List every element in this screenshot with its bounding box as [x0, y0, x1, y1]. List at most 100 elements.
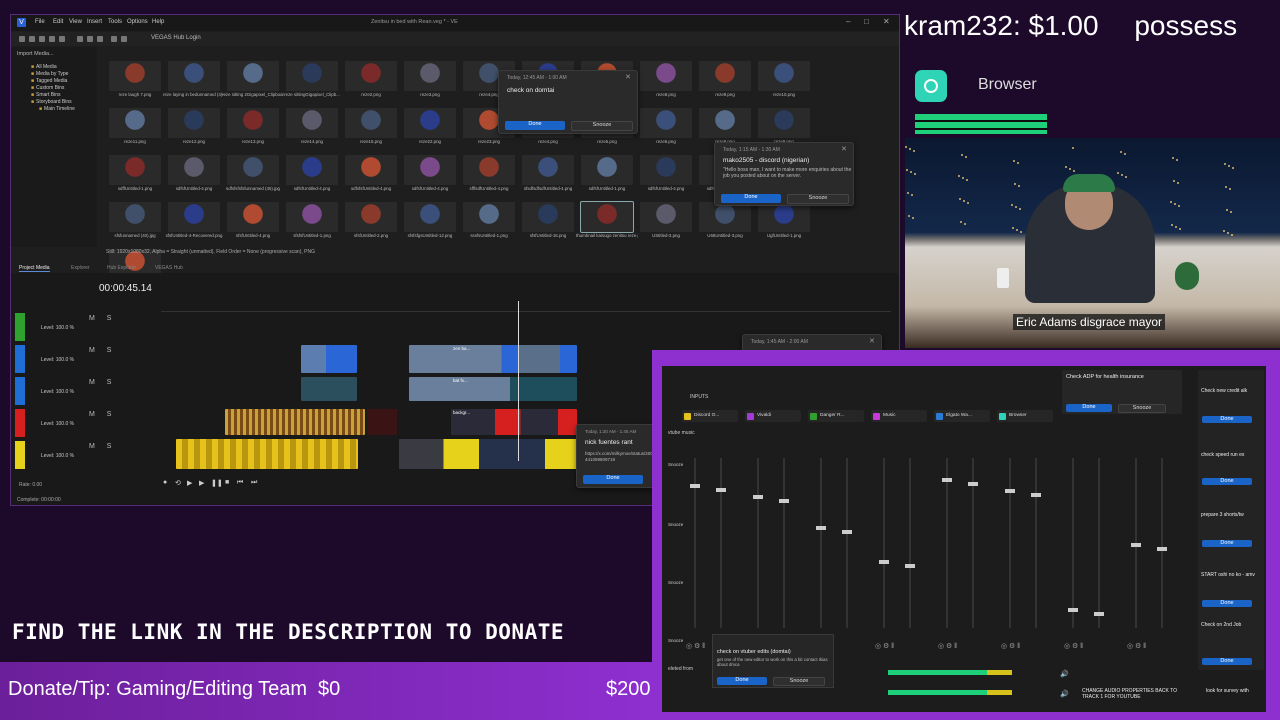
track-header-5[interactable]: Level: 100.0 % M S	[11, 439, 161, 469]
left-snooze[interactable]: Snooze	[668, 462, 683, 467]
fader-knob[interactable]	[879, 560, 889, 564]
fader-knob[interactable]	[942, 478, 952, 483]
media-thumbnail[interactable]	[168, 108, 220, 138]
media-thumbnail[interactable]	[463, 155, 515, 185]
video-clip[interactable]	[367, 409, 397, 435]
vegas-hub-login-link[interactable]: VEGAS Hub Login	[151, 35, 201, 41]
fader-knob[interactable]	[1157, 547, 1167, 551]
fader-knob[interactable]	[968, 482, 978, 487]
maximize-icon[interactable]: □	[864, 17, 869, 26]
fader-knob[interactable]	[1131, 543, 1141, 547]
undo-icon[interactable]	[111, 36, 117, 42]
speaker-icon[interactable]: 🔊	[1060, 690, 1069, 698]
media-thumbnail[interactable]	[345, 108, 397, 138]
play-icon[interactable]: ▶	[199, 479, 204, 487]
fader-knob[interactable]	[1005, 488, 1015, 493]
menu-insert[interactable]: Insert	[87, 19, 102, 25]
media-thumbnail[interactable]	[404, 202, 456, 232]
snooze-button[interactable]: Snooze	[1118, 404, 1166, 413]
media-thumbnail[interactable]	[109, 61, 161, 91]
done-button[interactable]: Done	[1202, 600, 1252, 607]
media-thumbnail[interactable]	[109, 108, 161, 138]
track-mute-solo-buttons[interactable]: M S	[89, 443, 116, 450]
redo-icon[interactable]	[121, 36, 127, 42]
close-icon[interactable]: ✕	[883, 17, 890, 26]
stop-icon[interactable]: ■	[225, 479, 229, 486]
done-button[interactable]: Done	[1202, 540, 1252, 547]
media-thumbnail[interactable]	[227, 155, 279, 185]
left-snooze[interactable]: Snooze	[668, 580, 683, 585]
channel-controls-icon[interactable]: ◎ ⚙ ⦀	[1001, 642, 1020, 651]
cut-icon[interactable]	[77, 36, 83, 42]
fader-knob[interactable]	[1094, 611, 1104, 616]
video-clip[interactable]	[301, 345, 357, 373]
media-thumbnail[interactable]	[640, 108, 692, 138]
tree-item-smart-bins[interactable]: Smart Bins	[31, 92, 60, 98]
media-thumbnail[interactable]	[168, 61, 220, 91]
done-button[interactable]: Done	[505, 121, 565, 130]
menu-tools[interactable]: Tools	[108, 19, 122, 25]
copy-icon[interactable]	[87, 36, 93, 42]
video-clip[interactable]: backgr...	[451, 409, 577, 435]
media-thumbnail[interactable]	[286, 155, 338, 185]
menu-view[interactable]: View	[69, 19, 82, 25]
save-icon[interactable]	[39, 36, 45, 42]
media-thumbnail[interactable]	[227, 61, 279, 91]
media-thumbnail[interactable]	[345, 202, 397, 232]
done-button[interactable]: Done	[1066, 404, 1112, 412]
media-thumbnail[interactable]	[640, 202, 692, 232]
media-thumbnail[interactable]	[227, 202, 279, 232]
video-clip[interactable]	[399, 439, 577, 469]
fader-knob[interactable]	[842, 530, 852, 534]
media-thumbnail[interactable]	[227, 108, 279, 138]
pause-icon[interactable]: ❚❚	[211, 479, 223, 487]
menu-file[interactable]: File	[35, 19, 45, 25]
close-icon[interactable]: ✕	[869, 337, 875, 345]
speaker-icon[interactable]: 🔊	[1060, 670, 1069, 678]
new-icon[interactable]	[19, 36, 25, 42]
track-header-4[interactable]: Level: 100.0 % M S	[11, 407, 161, 437]
done-button[interactable]: Done	[717, 677, 767, 685]
snooze-button[interactable]: Snooze	[571, 121, 633, 131]
video-clip[interactable]	[176, 439, 358, 469]
media-thumbnail[interactable]	[758, 202, 810, 232]
minimize-icon[interactable]: –	[846, 17, 850, 26]
render-icon[interactable]	[49, 36, 55, 42]
done-button[interactable]: Done	[721, 194, 781, 203]
media-thumbnail[interactable]	[699, 202, 751, 232]
fader-knob[interactable]	[816, 526, 826, 530]
channel-controls-icon[interactable]: ◎ ⚙ ⦀	[686, 642, 705, 651]
media-thumbnail[interactable]	[168, 155, 220, 185]
channel-controls-icon[interactable]: ◎ ⚙ ⦀	[1127, 642, 1146, 651]
playhead-cursor[interactable]	[518, 301, 519, 461]
fader-knob[interactable]	[779, 499, 789, 504]
media-thumbnail[interactable]	[640, 61, 692, 91]
media-thumbnail[interactable]	[286, 108, 338, 138]
import-media-button[interactable]: Import Media...	[17, 51, 54, 57]
tab-explorer[interactable]: Explorer	[71, 265, 90, 271]
menu-help[interactable]: Help	[152, 19, 164, 25]
video-clip[interactable]: bat fx...	[409, 377, 577, 401]
fader-knob[interactable]	[690, 483, 700, 488]
tree-item-all-media[interactable]: All Media	[31, 64, 57, 70]
go-end-icon[interactable]: ⏭	[251, 479, 257, 487]
media-thumbnail[interactable]	[286, 202, 338, 232]
media-thumbnail[interactable]	[109, 202, 161, 232]
done-button[interactable]: Done	[1202, 416, 1252, 423]
tab-project-media[interactable]: Project Media	[19, 265, 50, 272]
media-thumbnail[interactable]	[699, 61, 751, 91]
channel-controls-icon[interactable]: ◎ ⚙ ⦀	[1064, 642, 1083, 651]
snooze-button[interactable]: Snooze	[773, 677, 825, 686]
media-thumbnail[interactable]	[109, 155, 161, 185]
media-thumbnail[interactable]	[345, 155, 397, 185]
tree-item-storyboard-bins[interactable]: Storyboard Bins	[31, 99, 72, 105]
tree-item-media-by-type[interactable]: Media by Type	[31, 71, 68, 77]
track-header-3[interactable]: Level: 100.0 % M S	[11, 375, 161, 405]
fader-knob[interactable]	[1068, 607, 1078, 612]
fader-knob[interactable]	[716, 487, 726, 492]
settings-icon[interactable]	[59, 36, 65, 42]
media-thumbnail[interactable]	[404, 155, 456, 185]
track-mute-solo-buttons[interactable]: M S	[89, 411, 116, 418]
video-clip[interactable]	[301, 377, 357, 401]
media-thumbnail[interactable]	[580, 201, 634, 233]
